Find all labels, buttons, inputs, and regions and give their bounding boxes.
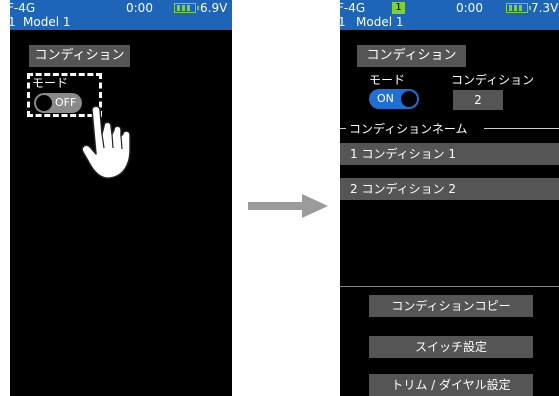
hand-pointer-icon	[81, 105, 131, 179]
condition-badge: 1	[392, 2, 405, 14]
left-screen: F-4G 0:00 6.9V 1 Model 1 コンディション モード OFF	[10, 0, 232, 396]
divider-left	[340, 128, 346, 129]
condition-row-1[interactable]: 1 コンディション 1	[340, 143, 559, 165]
arrow-right-icon	[248, 194, 328, 218]
right-screen: F-4G 1 0:00 7.3V 1 Model 1 コンディション モード コ…	[340, 0, 559, 396]
trim-dial-settings-button[interactable]: トリム / ダイヤル設定	[369, 374, 533, 396]
system-name: F-4G	[10, 1, 36, 15]
model-bar: 1 Model 1	[340, 15, 559, 30]
status-bar: F-4G 0:00 6.9V	[10, 0, 232, 16]
voltage: 7.3V	[531, 1, 559, 15]
toggle-label: ON	[377, 92, 394, 105]
mode-label: モード	[369, 73, 406, 87]
status-bar: F-4G 1 0:00 7.3V	[340, 0, 559, 16]
model-name: Model 1	[356, 15, 404, 29]
model-number: 1	[10, 15, 16, 29]
toggle-knob	[401, 91, 417, 107]
condition-copy-button[interactable]: コンディションコピー	[369, 295, 533, 317]
battery-icon	[174, 3, 199, 13]
condition-row-2[interactable]: 2 コンディション 2	[340, 178, 559, 200]
condition-label: コンディション	[451, 73, 535, 87]
system-name: F-4G	[340, 1, 366, 15]
battery-icon	[506, 3, 531, 13]
model-bar: 1 Model 1	[10, 15, 232, 30]
model-number: 1	[340, 15, 346, 29]
section-title: コンディションネーム	[340, 120, 559, 136]
divider	[340, 286, 559, 287]
voltage: 6.9V	[200, 1, 228, 15]
section-title-text: コンディションネーム	[349, 122, 468, 136]
timer: 0:00	[126, 1, 153, 15]
model-name: Model 1	[23, 15, 71, 29]
tab-condition[interactable]: コンディション	[29, 45, 130, 67]
switch-settings-button[interactable]: スイッチ設定	[369, 336, 533, 358]
tab-condition[interactable]: コンディション	[357, 45, 466, 67]
timer: 0:00	[456, 1, 483, 15]
condition-select[interactable]: 2	[453, 90, 503, 110]
divider-right	[484, 128, 559, 129]
mode-toggle[interactable]: ON	[369, 89, 419, 109]
